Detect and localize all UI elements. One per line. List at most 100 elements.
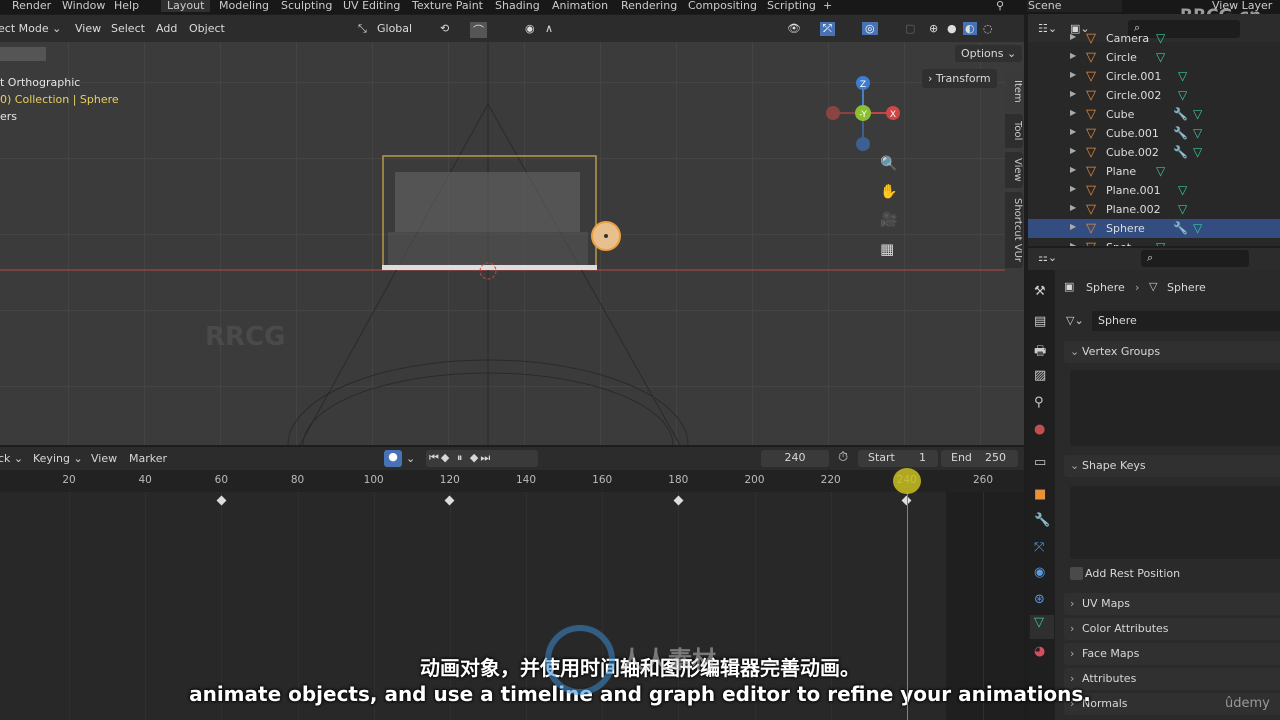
expand-arrow-icon[interactable]: ▶ bbox=[1070, 222, 1076, 231]
collection-icon[interactable]: ▭ bbox=[1034, 455, 1046, 470]
mesh-data-icon[interactable]: ▽ bbox=[1193, 221, 1202, 235]
expand-arrow-icon[interactable]: ▶ bbox=[1070, 51, 1076, 60]
vertex-groups-list[interactable] bbox=[1070, 370, 1280, 446]
mesh-data-icon[interactable]: ▽ bbox=[1178, 88, 1187, 102]
mesh-data-icon[interactable]: ▽ bbox=[1178, 202, 1187, 216]
start-frame-field[interactable]: Start 1 bbox=[858, 450, 938, 467]
outliner-item[interactable]: ▶ ▽ Cube.002 🔧 ▽ bbox=[1028, 143, 1280, 162]
menu-playback[interactable]: ck ⌄ bbox=[0, 452, 23, 465]
camera-view-icon[interactable]: 🎥 bbox=[880, 212, 897, 228]
playhead-line[interactable] bbox=[906, 492, 908, 720]
frame-ruler[interactable]: 20406080100120140160180200220240260 bbox=[0, 470, 1024, 492]
properties-search[interactable]: ⌕ bbox=[1141, 250, 1249, 267]
breadcrumb-data[interactable]: Sphere bbox=[1167, 281, 1206, 294]
keyframe-diamond[interactable] bbox=[216, 495, 227, 506]
navigation-gizmo[interactable]: Z X -Y bbox=[820, 72, 910, 152]
grid-toggle-icon[interactable]: ▦ bbox=[880, 240, 894, 258]
panel-vertex-groups[interactable]: ⌄ Vertex Groups bbox=[1064, 341, 1280, 363]
outliner-item[interactable]: ▶ ▽ Plane.001 ▽ bbox=[1028, 181, 1280, 200]
tab-uv-editing[interactable]: UV Editing bbox=[337, 0, 406, 12]
keyframe-diamond[interactable] bbox=[673, 495, 684, 506]
expand-arrow-icon[interactable]: ▶ bbox=[1070, 165, 1076, 174]
object-icon[interactable]: ■ bbox=[1034, 487, 1046, 502]
output-icon[interactable]: 🖶 bbox=[1034, 342, 1046, 364]
rendered-shading-icon[interactable]: ◌ bbox=[983, 22, 993, 35]
jump-start-icon[interactable]: ⏮ bbox=[429, 451, 441, 464]
tab-rendering[interactable]: Rendering bbox=[615, 0, 683, 12]
physics-icon[interactable]: ◉ bbox=[1034, 565, 1045, 580]
3d-viewport[interactable]: t Orthographic 0) Collection | Sphere er… bbox=[0, 42, 1024, 445]
tab-texture-paint[interactable]: Texture Paint bbox=[406, 0, 489, 12]
tab-animation[interactable]: Animation bbox=[546, 0, 614, 12]
playhead-handle[interactable] bbox=[892, 468, 921, 494]
outliner-item[interactable]: ▶ ▽ Cube 🔧 ▽ bbox=[1028, 105, 1280, 124]
expand-arrow-icon[interactable]: ▶ bbox=[1070, 184, 1076, 193]
end-frame-field[interactable]: End 250 bbox=[941, 450, 1018, 467]
add-rest-position-checkbox[interactable] bbox=[1070, 567, 1083, 580]
tab-tool[interactable]: Tool bbox=[1005, 114, 1023, 148]
mesh-data-icon[interactable]: ▽ bbox=[1178, 69, 1187, 83]
mode-selector[interactable]: ect Mode ⌄ bbox=[0, 22, 61, 35]
outliner-item[interactable]: ▶ ▽ Circle.001 ▽ bbox=[1028, 67, 1280, 86]
tab-item[interactable]: Item bbox=[1005, 72, 1023, 110]
modifier-icon[interactable]: 🔧 bbox=[1173, 145, 1188, 159]
menu-view[interactable]: View bbox=[75, 22, 101, 35]
panel-shape-keys[interactable]: ⌄ Shape Keys bbox=[1064, 455, 1280, 477]
visibility-icon[interactable]: 👁 bbox=[787, 22, 801, 35]
expand-arrow-icon[interactable]: ▶ bbox=[1070, 241, 1076, 246]
view-layer-icon[interactable]: ▨ bbox=[1034, 368, 1046, 383]
expand-arrow-icon[interactable]: ▶ bbox=[1070, 108, 1076, 117]
keyframe-diamond[interactable] bbox=[444, 495, 455, 506]
zoom-icon[interactable]: 🔍 bbox=[880, 156, 897, 172]
add-workspace-button[interactable]: + bbox=[823, 0, 832, 12]
snap-icon[interactable]: ⌒ bbox=[470, 22, 487, 38]
jump-end-icon[interactable]: ⏭ bbox=[480, 451, 492, 464]
tab-modeling[interactable]: Modeling bbox=[213, 0, 275, 12]
mesh-data-icon[interactable]: ▽ bbox=[1193, 145, 1202, 159]
proportional-edit-icon[interactable]: ◉ bbox=[525, 22, 535, 35]
tab-view[interactable]: View bbox=[1005, 152, 1023, 188]
expand-arrow-icon[interactable]: ▶ bbox=[1070, 146, 1076, 155]
menu-window[interactable]: Window bbox=[62, 0, 105, 12]
tab-compositing[interactable]: Compositing bbox=[682, 0, 763, 12]
tab-sculpting[interactable]: Sculpting bbox=[275, 0, 338, 12]
mesh-data-icon[interactable]: ▽ bbox=[1156, 240, 1165, 246]
prev-keyframe-icon[interactable]: ◆ bbox=[441, 451, 451, 464]
expand-arrow-icon[interactable]: ▶ bbox=[1070, 32, 1076, 41]
mesh-browse-icon[interactable]: ▽⌄ bbox=[1066, 314, 1084, 327]
constraints-icon[interactable]: ⊛ bbox=[1034, 592, 1045, 607]
wireframe-shading-icon[interactable]: ⊕ bbox=[929, 22, 938, 35]
outliner-item[interactable]: ▶ ▽ Circle.002 ▽ bbox=[1028, 86, 1280, 105]
auto-key-record-button[interactable]: ● bbox=[384, 450, 402, 467]
menu-render[interactable]: Render bbox=[12, 0, 51, 12]
scene-icon[interactable]: ⚲ bbox=[996, 0, 1004, 12]
breadcrumb-object[interactable]: Sphere bbox=[1086, 281, 1125, 294]
falloff-icon[interactable]: ∧ bbox=[545, 22, 553, 35]
outliner-item[interactable]: ▶ ▽ Plane.002 ▽ bbox=[1028, 200, 1280, 219]
outliner-item[interactable]: ▶ ▽ Plane ▽ bbox=[1028, 162, 1280, 181]
panel-color-attributes[interactable]: › Color Attributes bbox=[1064, 618, 1280, 640]
render-icon[interactable]: ▤ bbox=[1034, 314, 1046, 329]
mesh-data-icon[interactable]: ▽ bbox=[1156, 50, 1165, 64]
solid-shading-icon[interactable]: ● bbox=[947, 22, 957, 35]
tab-layout[interactable]: Layout bbox=[161, 0, 211, 12]
scene-selector[interactable]: Scene bbox=[1027, 0, 1122, 12]
outliner-item[interactable]: ▶ ▽ Sphere 🔧 ▽ bbox=[1028, 219, 1280, 238]
outliner-item[interactable]: ▶ ▽ Spot ▽ bbox=[1028, 238, 1280, 246]
tab-scripting[interactable]: Scripting bbox=[761, 0, 822, 12]
next-keyframe-icon[interactable]: ◆ bbox=[470, 451, 480, 464]
stopwatch-icon[interactable]: ⏱ bbox=[838, 450, 848, 465]
gizmo-toggle-icon[interactable]: ⤱ bbox=[820, 22, 835, 36]
pause-icon[interactable]: ⏸ bbox=[457, 451, 465, 464]
tool-icon[interactable]: ⚒ bbox=[1034, 284, 1046, 299]
menu-marker[interactable]: Marker bbox=[129, 452, 167, 465]
expand-arrow-icon[interactable]: ▶ bbox=[1070, 127, 1076, 136]
pan-hand-icon[interactable]: ✋ bbox=[880, 184, 897, 200]
pivot-icon[interactable]: ⟲ bbox=[440, 22, 449, 35]
overlay-toggle-icon[interactable]: ◎ bbox=[862, 22, 878, 35]
modifier-icon[interactable]: 🔧 bbox=[1173, 107, 1188, 121]
mesh-data-icon[interactable]: ▽ bbox=[1156, 31, 1165, 45]
scene-props-icon[interactable]: ⚲ bbox=[1034, 395, 1044, 410]
outliner-item[interactable]: ▶ ▽ Camera ▽ bbox=[1028, 29, 1280, 48]
panel-uv-maps[interactable]: › UV Maps bbox=[1064, 593, 1280, 615]
